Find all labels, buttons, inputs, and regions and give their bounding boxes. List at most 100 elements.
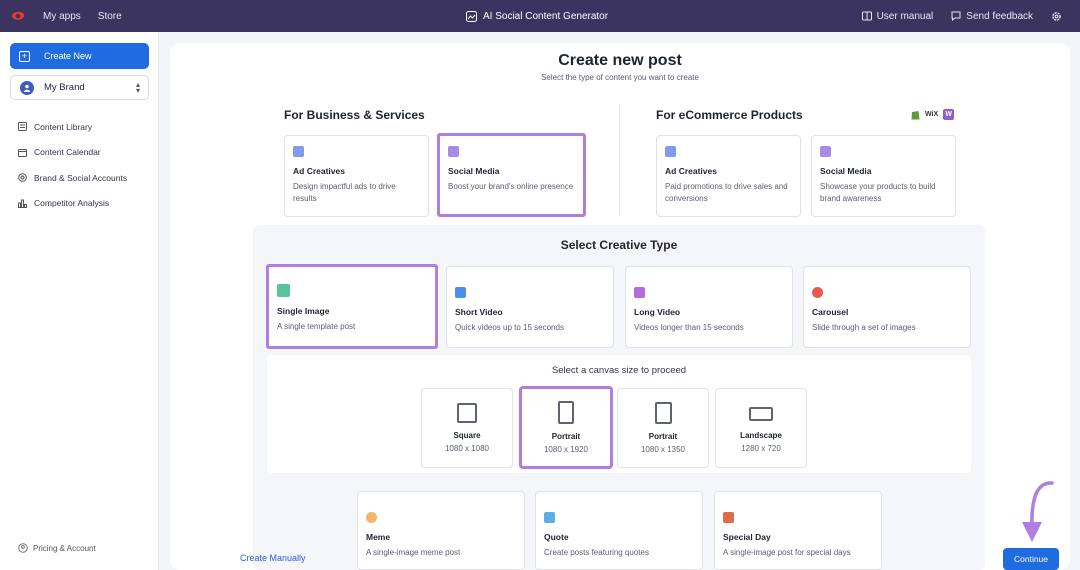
carousel-icon [812,287,823,298]
account-icon [18,543,28,553]
party-popper-icon [723,512,734,523]
portrait-shape-icon [558,401,574,424]
create-manually-link[interactable]: Create Manually [240,553,306,563]
my-apps-link[interactable]: My apps [43,11,81,22]
chat-icon [951,11,961,21]
calendar-icon [18,148,27,157]
size-dimensions: 1080 x 1080 [444,444,490,453]
send-feedback-label: Send feedback [966,10,1033,22]
size-dimensions: 1080 x 1920 [543,445,589,454]
creative-meme-card[interactable]: Meme A single-image meme post [357,491,525,570]
app-logo-icon[interactable] [9,7,27,25]
ecommerce-ad-creatives-card[interactable]: Ad Creatives Paid promotions to drive sa… [656,135,801,217]
card-title: Single Image [277,306,330,316]
sidebar-item-label: Brand & Social Accounts [34,172,128,183]
analysis-icon [18,199,27,208]
card-description: Boost your brand's online presence [448,182,574,191]
card-title: Social Media [820,166,872,176]
size-dimensions: 1280 x 720 [741,444,781,453]
sidebar-item-competitor-analysis[interactable]: Competitor Analysis [18,191,127,217]
continue-button[interactable]: Continue [1003,548,1059,570]
gear-icon [1052,11,1061,21]
woocommerce-icon: W [943,109,955,120]
film-clapper-icon [634,287,645,298]
card-title: Ad Creatives [665,166,717,176]
platform-badges: WiX W [911,109,955,120]
curved-arrow-icon [1022,481,1054,542]
chevron-updown-icon: ▴ ▾ [135,80,140,95]
canvas-size-label: Select a canvas size to proceed [551,365,687,376]
creative-special-day-card[interactable]: Special Day A single-image post for spec… [714,491,882,570]
edit-icon [820,146,831,157]
pricing-account-link[interactable]: Pricing & Account [18,543,96,553]
size-name: Square [453,431,481,440]
main-panel: Create new post Select the type of conte… [170,43,1070,570]
brand-name: My Brand [44,82,85,93]
video-camera-icon [455,287,466,298]
card-description: A single-image meme post [366,548,461,557]
business-ad-creatives-card[interactable]: Ad Creatives Design impactful ads to dri… [284,135,429,217]
app-icon [466,10,477,22]
create-new-button[interactable]: + Create New [10,43,149,69]
pricing-account-label: Pricing & Account [33,543,96,553]
card-description: Videos longer than 15 seconds [634,323,744,332]
smiley-icon [366,512,377,523]
size-name: Portrait [551,432,581,441]
top-bar: My apps Store AI Social Content Generato… [0,0,1080,32]
quote-icon [544,512,555,523]
create-new-label: Create New [44,51,92,61]
card-description: A single-image post for special days [723,548,851,557]
sidebar-item-content-calendar[interactable]: Content Calendar [18,140,127,166]
card-title: Ad Creatives [293,166,345,176]
document-icon [293,146,304,157]
page-subtitle: Select the type of content you want to c… [541,73,699,82]
landscape-shape-icon [749,407,773,421]
sidebar: + Create New My Brand ▴ ▾ Content Library… [0,32,159,570]
user-manual-button[interactable]: User manual [861,10,934,22]
edit-icon [448,146,459,157]
card-title: Long Video [634,307,681,317]
creative-type-section: Select Creative Type Single Image A sing… [253,225,985,570]
canvas-landscape-option[interactable]: Landscape 1280 x 720 [715,388,807,468]
square-shape-icon [457,403,477,423]
user-manual-label: User manual [876,10,934,22]
business-social-media-card[interactable]: Social Media Boost your brand's online p… [437,133,586,217]
brand-selector[interactable]: My Brand ▴ ▾ [10,75,149,100]
card-description: Quick videos up to 15 seconds [455,323,564,332]
creative-carousel-card[interactable]: Carousel Slide through a set of images [803,266,971,348]
sidebar-item-label: Content Library [34,121,93,132]
sidebar-item-content-library[interactable]: Content Library [18,114,127,140]
settings-button[interactable] [1051,11,1062,22]
store-link[interactable]: Store [98,11,122,22]
canvas-portrait-1350-option[interactable]: Portrait 1080 x 1350 [617,388,709,468]
user-avatar-icon [20,80,34,95]
canvas-square-option[interactable]: Square 1080 x 1080 [421,388,513,468]
size-dimensions: 1080 x 1350 [640,445,686,454]
shopify-icon [911,111,920,120]
canvas-portrait-1920-option[interactable]: Portrait 1080 x 1920 [519,386,613,469]
creative-long-video-card[interactable]: Long Video Videos longer than 15 seconds [625,266,793,348]
card-description: Design impactful ads to drive results [293,182,396,203]
size-name: Portrait [648,432,678,441]
ecommerce-social-media-card[interactable]: Social Media Showcase your products to b… [811,135,956,217]
creative-single-image-card[interactable]: Single Image A single template post [266,264,438,349]
plus-icon: + [19,50,30,62]
section-divider [619,104,620,216]
send-feedback-button[interactable]: Send feedback [951,11,1033,22]
app-title: AI Social Content Generator [466,0,608,32]
portrait-shape-icon [654,402,672,424]
accounts-icon [18,173,27,183]
card-title: Carousel [812,307,849,317]
canvas-size-section: Select a canvas size to proceed Square 1… [267,355,971,473]
sidebar-item-label: Content Calendar [34,147,101,158]
document-icon [665,146,676,157]
card-description: A single template post [277,322,356,331]
creative-quote-card[interactable]: Quote Create posts featuring quotes [535,491,703,570]
app-title-text: AI Social Content Generator [483,10,609,22]
creative-short-video-card[interactable]: Short Video Quick videos up to 15 second… [446,266,614,348]
business-heading: For Business & Services [284,108,425,122]
card-title: Meme [366,532,391,542]
book-icon [861,11,872,21]
sidebar-item-brand-social-accounts[interactable]: Brand & Social Accounts [18,165,127,191]
page-title: Create new post [558,52,682,69]
